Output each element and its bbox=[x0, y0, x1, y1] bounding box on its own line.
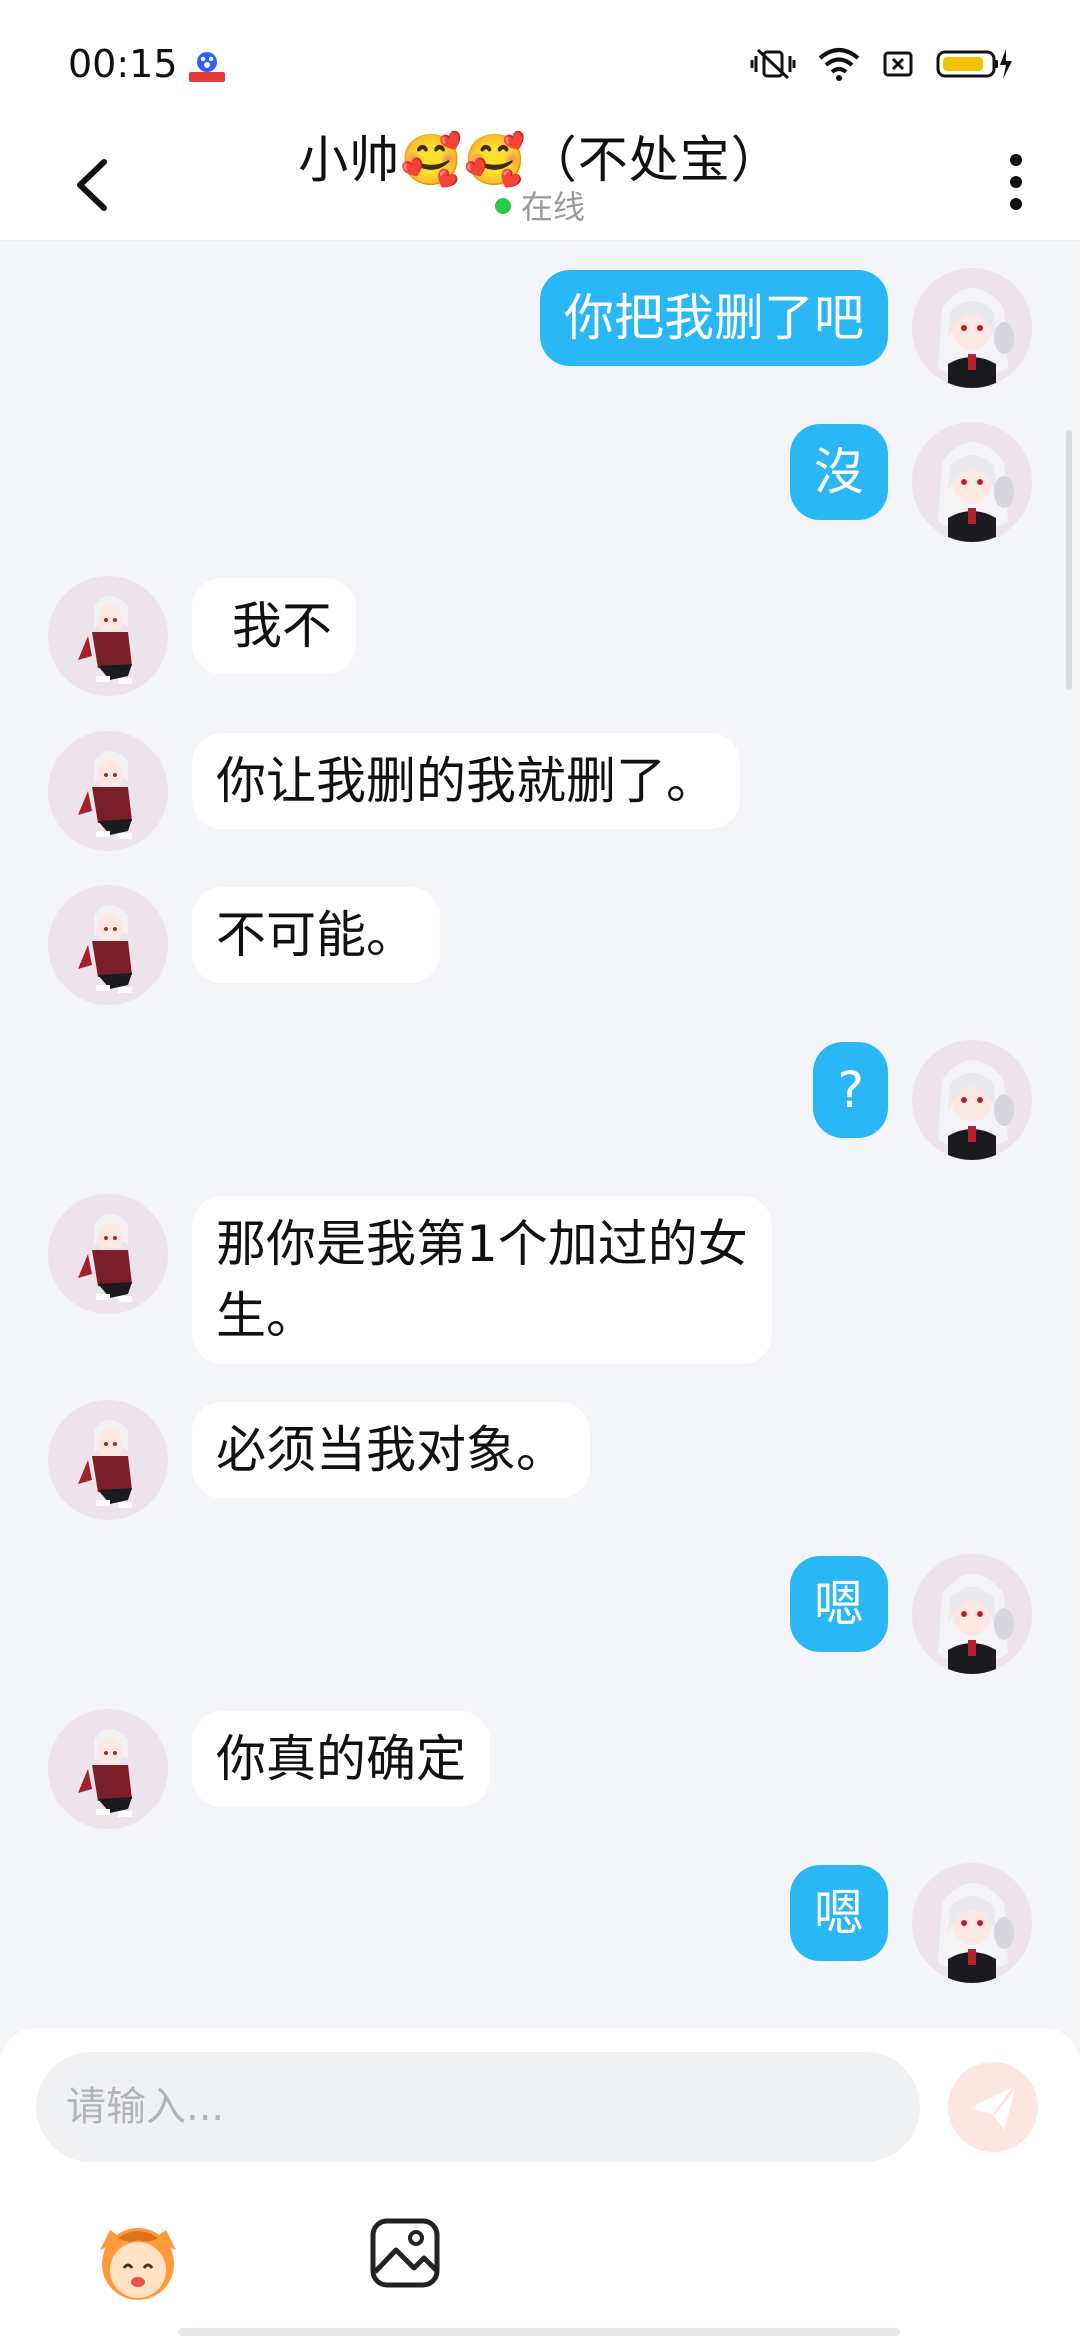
contact-avatar[interactable] bbox=[48, 1194, 168, 1314]
image-picker-button[interactable] bbox=[368, 2216, 442, 2290]
emoji-sticker-icon bbox=[100, 2228, 176, 2300]
status-icons bbox=[750, 44, 1014, 88]
my-avatar[interactable] bbox=[912, 1554, 1032, 1674]
online-status-label: 在线 bbox=[520, 188, 585, 226]
online-dot bbox=[494, 198, 511, 214]
message-input[interactable] bbox=[36, 2052, 920, 2162]
battery-charging-icon bbox=[936, 47, 1014, 85]
incoming-bubble[interactable]: 必须当我对象。 bbox=[192, 1402, 590, 1498]
outgoing-message: 沒 bbox=[0, 422, 1080, 582]
outgoing-bubble[interactable]: ? bbox=[813, 1042, 888, 1138]
chat-header: 小帅🥰🥰（不处宝） 在线 bbox=[0, 120, 1080, 241]
incoming-message: 那你是我第1个加过的女生。 bbox=[0, 1194, 1080, 1364]
outgoing-bubble[interactable]: 你把我删了吧 bbox=[540, 270, 888, 366]
online-status: 在线 bbox=[0, 182, 1080, 228]
incoming-message: 必须当我对象。 bbox=[0, 1400, 1080, 1560]
send-button[interactable] bbox=[948, 2062, 1038, 2152]
outgoing-bubble[interactable]: 嗯 bbox=[790, 1556, 888, 1652]
incoming-bubble[interactable]: 不可能。 bbox=[192, 887, 440, 983]
incoming-bubble[interactable]: 那你是我第1个加过的女生。 bbox=[192, 1196, 772, 1364]
incoming-message: 我不 bbox=[0, 576, 1080, 736]
incoming-bubble[interactable]: 你让我删的我就删了。 bbox=[192, 733, 740, 829]
contact-avatar[interactable] bbox=[48, 1709, 168, 1829]
composer-panel bbox=[0, 2028, 1080, 2340]
incoming-message: 你让我删的我就删了。 bbox=[0, 731, 1080, 891]
outgoing-bubble[interactable]: 沒 bbox=[790, 424, 888, 520]
outgoing-message: 嗯 bbox=[0, 1554, 1080, 1714]
wifi-icon bbox=[818, 46, 860, 86]
my-avatar[interactable] bbox=[912, 1040, 1032, 1160]
more-options-button[interactable] bbox=[994, 142, 1038, 222]
my-avatar[interactable] bbox=[912, 268, 1032, 388]
outgoing-message: 嗯 bbox=[0, 1863, 1080, 2023]
my-avatar[interactable] bbox=[912, 422, 1032, 542]
status-time: 00:15 bbox=[68, 42, 178, 86]
outgoing-message: 你把我删了吧 bbox=[0, 268, 1080, 428]
outgoing-message: ? bbox=[0, 1040, 1080, 1200]
incoming-message: 不可能。 bbox=[0, 885, 1080, 1045]
contact-avatar[interactable] bbox=[48, 885, 168, 1005]
more-vertical-icon bbox=[1010, 154, 1022, 210]
image-icon bbox=[370, 2218, 440, 2288]
sim-off-icon bbox=[882, 48, 914, 84]
my-avatar[interactable] bbox=[912, 1863, 1032, 1983]
send-icon bbox=[971, 2087, 1016, 2129]
message-list[interactable]: 你把我删了吧沒 我不你让我删的我就删了。 不可能。? 那你是我第1个加过的女生。必须… bbox=[0, 240, 1080, 2030]
incoming-bubble[interactable]: 你真的确定 bbox=[192, 1711, 490, 1807]
status-bar: 00:15 bbox=[0, 0, 1080, 120]
incoming-message: 你真的确定 bbox=[0, 1709, 1080, 1869]
contact-avatar[interactable] bbox=[48, 1400, 168, 1520]
vibrate-mute-icon bbox=[750, 46, 796, 86]
contact-avatar[interactable] bbox=[48, 576, 168, 696]
emoji-sticker-button[interactable] bbox=[90, 2210, 186, 2306]
outgoing-bubble[interactable]: 嗯 bbox=[790, 1865, 888, 1961]
home-indicator bbox=[178, 2328, 900, 2336]
incoming-bubble[interactable]: 我不 bbox=[192, 578, 356, 674]
contact-avatar[interactable] bbox=[48, 731, 168, 851]
baidu-map-icon bbox=[188, 48, 226, 86]
